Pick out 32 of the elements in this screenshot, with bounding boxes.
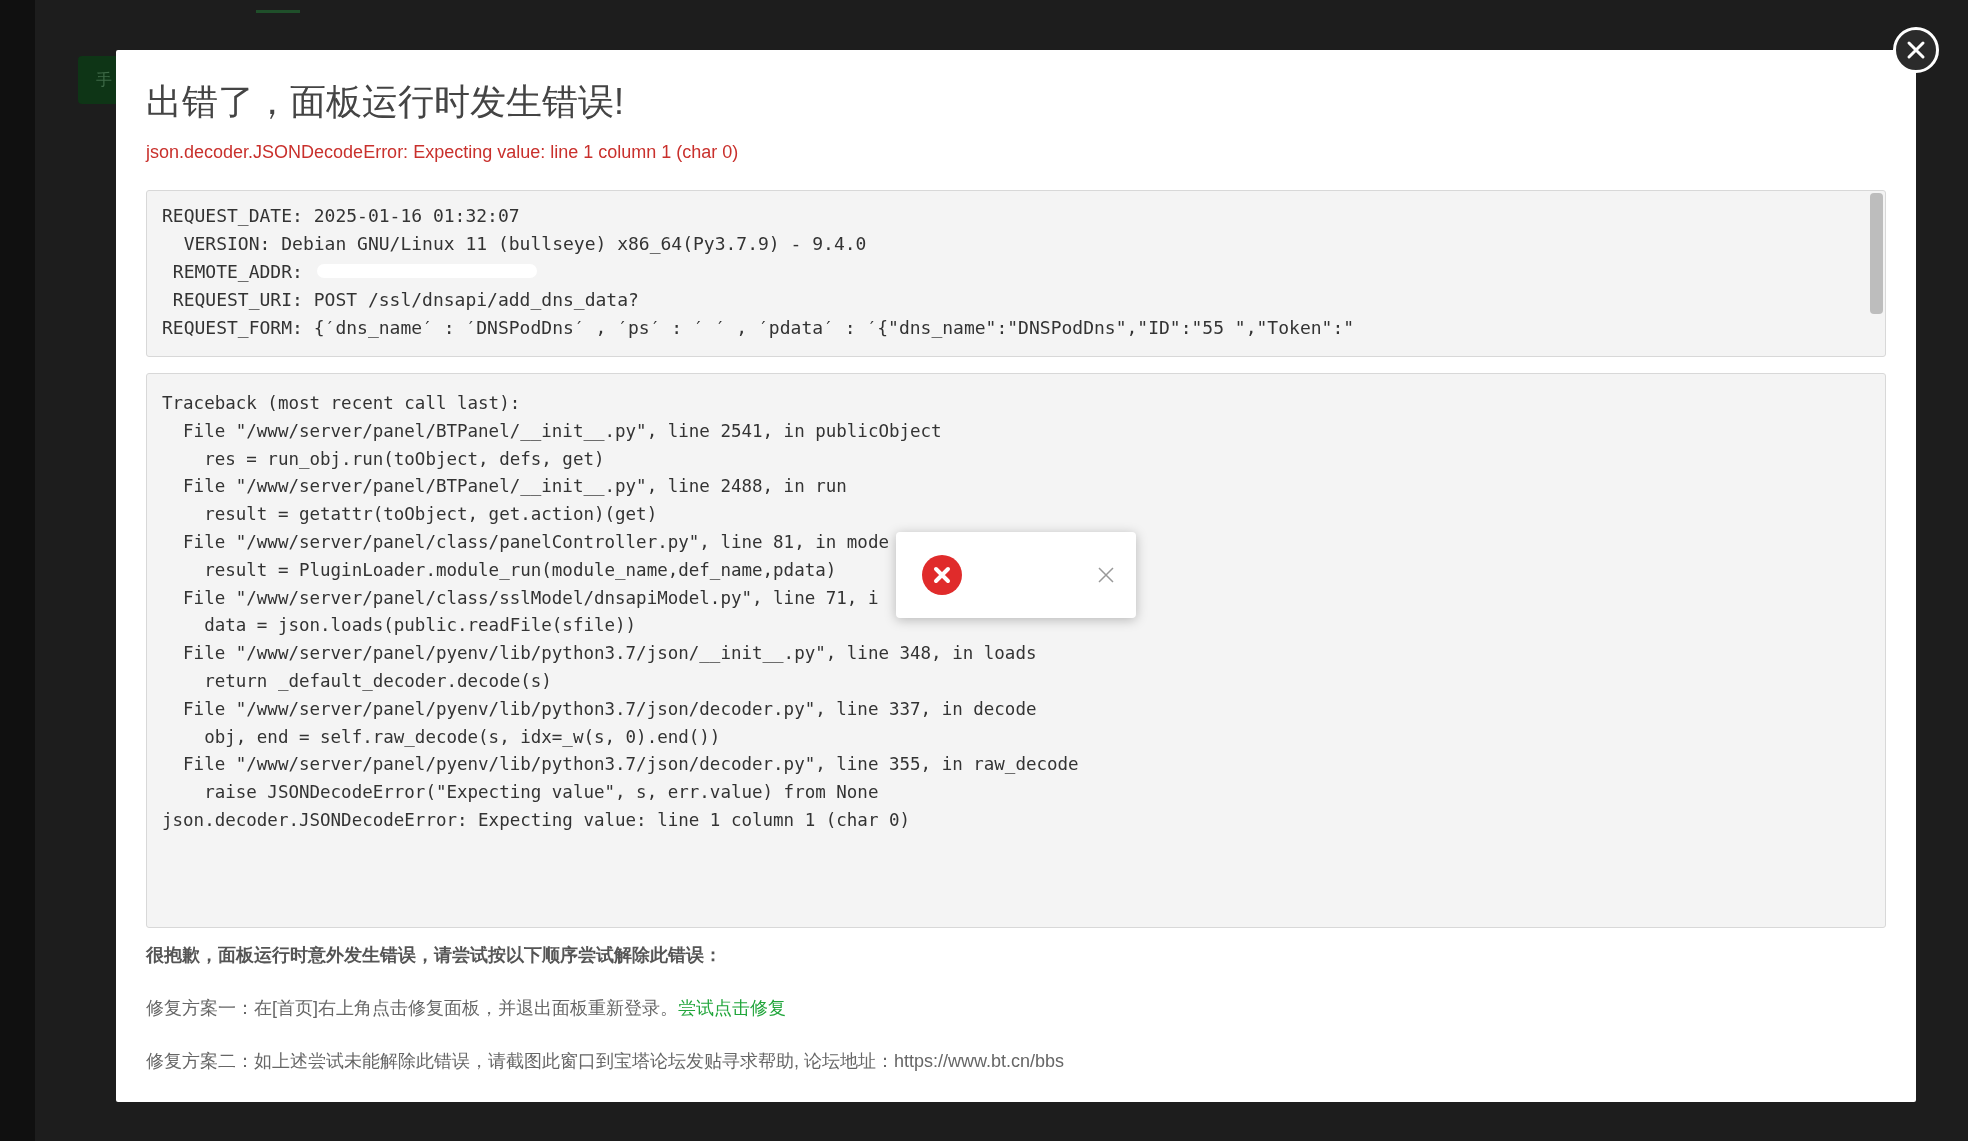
fix-one-text: 修复方案一：在[首页]右上角点击修复面板，并退出面板重新登录。 bbox=[146, 997, 678, 1020]
traceback-line: File "/www/server/panel/pyenv/lib/python3.7/json/decoder.py", line 355, in raw_decode bbox=[182, 753, 1079, 777]
traceback-line: json.decoder.JSONDecodeError: Expecting value: line 1 column 1 (char 0) bbox=[162, 808, 911, 832]
traceback-line: File "/www/server/panel/pyenv/lib/python3.7/json/decoder.py", line 337, in decode bbox=[182, 697, 1037, 721]
error-message: json.decoder.JSONDecodeError: Expecting value: line 1 column 1 (char 0) bbox=[146, 141, 740, 164]
traceback-line: File "/www/server/panel/pyenv/lib/python3.7/json/__init__.py", line 348, in loads bbox=[182, 642, 1037, 666]
close-icon bbox=[1906, 40, 1926, 60]
request-line: VERSION: Debian GNU/Linux 11 (bullseye) x86_64(Py3.7.9) - 9.4.0 bbox=[182, 231, 867, 256]
request-line: REQUEST_FORM: {′dns_name′ : ′DNSPodDns′ , ′ps′ : ′ ′ , ′pdata′ : ′{"dns_name":"DNSPodDns","ID":"55 ","Token":" bbox=[162, 315, 1355, 340]
repair-link[interactable]: 尝试点击修复 bbox=[678, 995, 786, 1022]
close-icon bbox=[1098, 567, 1114, 583]
top-tab-indicator bbox=[256, 10, 300, 13]
dialog-title: 出错了，面板运行时发生错误! bbox=[146, 80, 625, 124]
traceback-line: File "/www/server/panel/class/panelController.py", line 81, in mode bbox=[182, 531, 889, 554]
traceback-line: File "/www/server/panel/class/sslModel/dnsapiModel.py", line 71, i bbox=[182, 586, 879, 610]
traceback-line: data = json.loads(public.readFile(sfile)) bbox=[203, 614, 637, 638]
traceback-line: Traceback (most recent call last): bbox=[162, 392, 521, 415]
request-line: REQUEST_DATE: 2025-01-16 01:32:07 bbox=[162, 203, 520, 228]
apology-text: 很抱歉，面板运行时意外发生错误，请尝试按以下顺序尝试解除此错误： bbox=[146, 944, 723, 967]
toast-close-button[interactable] bbox=[1096, 565, 1116, 585]
traceback-line: res = run_obj.run(toObject, defs, get) bbox=[203, 447, 605, 471]
traceback-line: result = getattr(toObject, get.action)(get) bbox=[203, 503, 658, 527]
request-line: REQUEST_URI: POST /ssl/dnsapi/add_dns_data? bbox=[171, 287, 639, 312]
traceback-line: return _default_decoder.decode(s) bbox=[203, 669, 552, 693]
fix-two-text: 修复方案二：如上述尝试未能解除此错误，请截图此窗口到宝塔论坛发贴寻求帮助, 论坛地址：https://www.bt.cn/bbs bbox=[146, 1050, 1066, 1073]
traceback-line: File "/www/server/panel/BTPanel/__init__.py", line 2488, in run bbox=[182, 475, 847, 499]
traceback-line: result = PluginLoader.module_run(module_name,def_name,pdata) bbox=[203, 558, 837, 582]
traceback-line: File "/www/server/panel/BTPanel/__init__.py", line 2541, in publicObject bbox=[182, 419, 942, 443]
request-line: REMOTE_ADDR: bbox=[171, 259, 303, 284]
traceback-line: obj, end = self.raw_decode(s, idx=_w(s, 0).end()) bbox=[203, 725, 721, 749]
error-icon bbox=[922, 555, 962, 595]
traceback-line: raise JSONDecodeError("Expecting value", s, err.value) from None bbox=[203, 781, 879, 805]
